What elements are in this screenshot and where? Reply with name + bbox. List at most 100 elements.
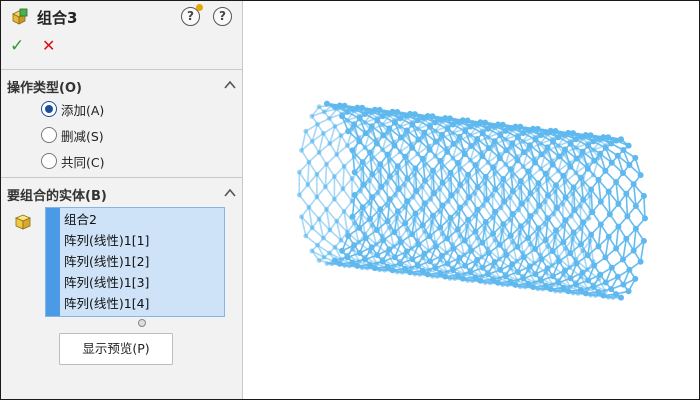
atom: [490, 215, 495, 221]
atom: [552, 234, 558, 240]
atom: [479, 274, 485, 279]
atom: [490, 263, 496, 269]
atom: [562, 287, 568, 293]
list-resize-handle[interactable]: [138, 319, 146, 327]
atom: [379, 122, 385, 128]
radio-subtract[interactable]: 删减(S): [41, 125, 104, 145]
atom: [422, 162, 427, 168]
atom: [578, 174, 584, 181]
atom: [623, 190, 630, 197]
radio-subtract-label: 删减(S): [61, 128, 104, 144]
graphics-area[interactable]: [244, 1, 699, 399]
atom: [507, 166, 514, 173]
radio-add[interactable]: 添加(A): [41, 99, 104, 119]
atom: [580, 136, 586, 141]
cancel-button[interactable]: ✕: [42, 36, 58, 56]
atom: [444, 260, 451, 267]
atom: [562, 179, 568, 185]
atom: [422, 177, 428, 184]
help-topics-button[interactable]: ?: [213, 7, 232, 26]
atom: [462, 262, 469, 269]
show-preview-button[interactable]: 显示预览(P): [59, 333, 173, 365]
atom: [482, 119, 489, 126]
atom: [470, 119, 475, 125]
atom: [618, 136, 624, 143]
atom: [369, 156, 375, 162]
atom: [412, 217, 417, 223]
atom: [505, 282, 510, 288]
atom: [384, 151, 391, 158]
atom: [439, 202, 446, 209]
atom: [545, 177, 550, 183]
atom: [602, 254, 609, 261]
checkmark-icon: ✓: [10, 36, 25, 56]
atom: [450, 130, 455, 136]
list-item[interactable]: 组合2: [64, 209, 97, 230]
radio-common[interactable]: 共同(C): [41, 151, 104, 171]
ok-button[interactable]: ✓: [10, 36, 28, 56]
radio-common-indicator[interactable]: [41, 153, 57, 169]
list-item[interactable]: 阵列(线性)1[3]: [64, 272, 149, 293]
feature-title: 组合3: [37, 9, 78, 27]
atom: [452, 117, 458, 123]
atom: [613, 245, 620, 252]
atom: [461, 252, 467, 258]
atom: [517, 178, 524, 185]
chevron-up-icon[interactable]: [223, 186, 237, 200]
atom: [517, 230, 523, 235]
list-item[interactable]: 阵列(线性)1[1]: [64, 230, 149, 251]
atom: [587, 132, 594, 139]
atom: [327, 116, 332, 121]
atom: [431, 190, 438, 197]
atom: [570, 236, 575, 242]
atom: [517, 185, 523, 190]
atom: [562, 246, 568, 251]
list-item[interactable]: 阵列(线性)1[4]: [64, 293, 149, 314]
nanotube-model[interactable]: [244, 1, 699, 399]
atom: [632, 203, 639, 209]
atom: [299, 214, 304, 220]
atom: [573, 155, 580, 162]
radio-subtract-indicator[interactable]: [41, 127, 57, 143]
help-button[interactable]: ?: [181, 4, 203, 26]
atom: [470, 278, 475, 284]
chevron-up-icon[interactable]: [223, 78, 237, 92]
atom: [485, 135, 490, 140]
atom: [527, 213, 534, 220]
radio-add-indicator[interactable]: [41, 101, 57, 117]
atom: [362, 145, 368, 151]
atom: [642, 215, 648, 222]
atom: [437, 209, 443, 215]
atom: [532, 246, 539, 252]
atom: [508, 145, 514, 150]
atom: [567, 160, 572, 166]
atom: [454, 226, 461, 233]
atom: [510, 281, 515, 286]
bodies-list[interactable]: 组合2 阵列(线性)1[1] 阵列(线性)1[2] 阵列(线性)1[3] 阵列(…: [45, 207, 225, 317]
atom: [602, 167, 609, 174]
atom: [430, 212, 436, 219]
atom: [487, 280, 493, 286]
atom: [545, 244, 550, 249]
atom: [499, 182, 505, 188]
atom: [492, 279, 498, 284]
atom: [419, 222, 426, 229]
atom: [413, 188, 420, 194]
atom: [394, 170, 400, 176]
atom: [447, 214, 454, 221]
atom: [434, 274, 440, 279]
atom: [502, 137, 508, 142]
atom: [540, 286, 546, 292]
atom: [385, 251, 391, 256]
atom: [570, 191, 575, 197]
atom: [412, 271, 418, 277]
list-item[interactable]: 阵列(线性)1[2]: [64, 251, 149, 272]
atom: [490, 230, 497, 237]
lattice-atoms: [296, 100, 648, 301]
atom: [422, 270, 427, 276]
atom: [520, 139, 526, 145]
atom: [419, 155, 426, 162]
atom: [516, 207, 522, 213]
atom: [432, 240, 438, 246]
atom: [605, 134, 612, 141]
